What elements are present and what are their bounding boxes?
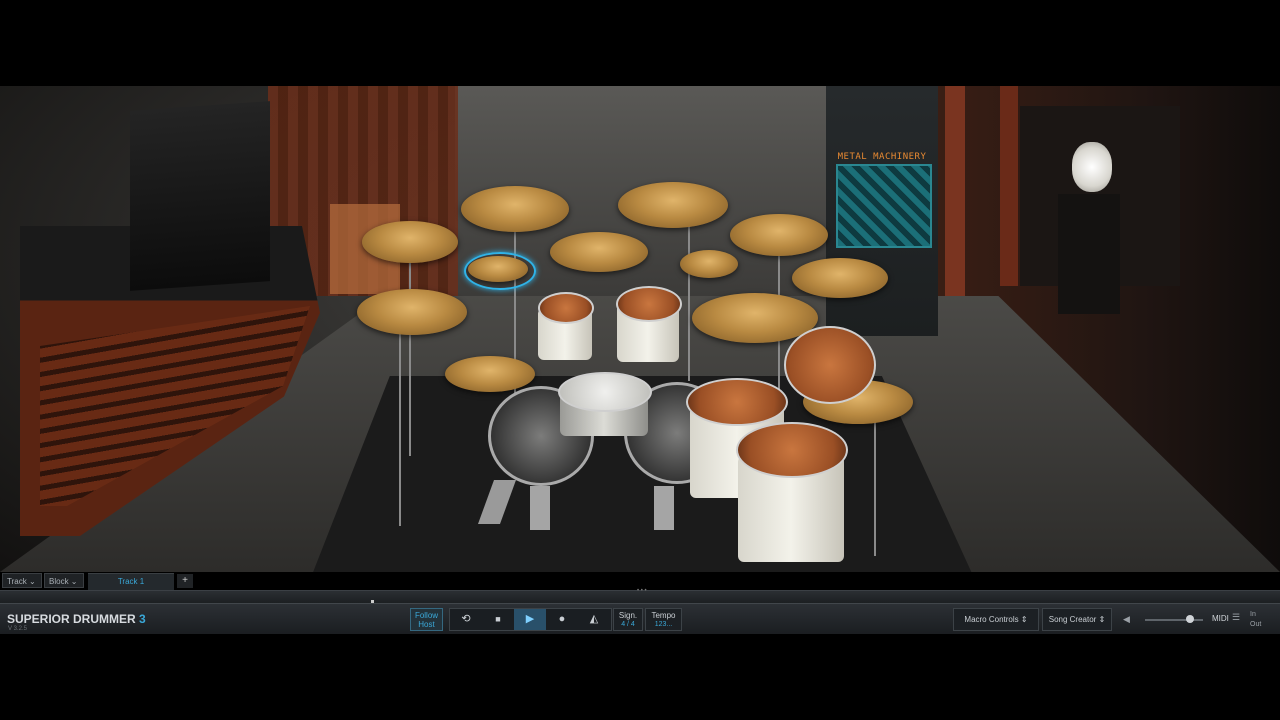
song-creator-button[interactable]: Song Creator ⇕ [1042,608,1112,631]
tempo-label: Tempo [651,611,676,620]
cymbal-stand [409,246,411,456]
splash-cymbal[interactable] [680,250,738,278]
play-icon[interactable]: ▶ [514,609,546,630]
cymbal-stand [399,326,401,526]
macro-controls-label: Macro Controls [964,615,1019,624]
hihat[interactable] [445,356,535,392]
master-volume-slider[interactable] [1145,619,1203,621]
crash-cymbal[interactable] [461,186,569,232]
tom-head[interactable] [538,292,594,324]
time-signature-field[interactable]: Sign. 4 / 4 [613,608,643,631]
gong-drum[interactable] [784,326,876,404]
track-menu-label: Track [7,577,27,586]
drum-room-stage: METAL MACHINERY [0,86,1280,572]
add-track-button[interactable]: + [177,574,193,588]
ride-cymbal[interactable] [618,182,728,228]
chevron-up-down-icon: ⇕ [1098,615,1106,624]
chevron-down-icon: ⌄ [70,577,78,586]
brand-name: SUPERIOR DRUMMER [7,612,136,626]
chevron-up-down-icon: ⇕ [1020,615,1028,624]
speaker-icon[interactable]: ◀ [1123,614,1130,625]
midi-out-label: Out [1250,621,1262,628]
midi-settings-icon[interactable]: ☰ [1232,612,1240,623]
app-logo: SUPERIOR DRUMMER 3 [7,612,146,626]
floor-tom-head[interactable] [736,422,848,478]
block-menu-dropdown[interactable]: Block ⌄ [44,573,84,588]
china-cymbal[interactable] [792,258,888,298]
transport-controls: ⟲ ■ ▶ ● ◭ [449,608,612,631]
pedestal [1058,194,1120,314]
tab-track-1[interactable]: Track 1 [88,573,174,590]
block-menu-label: Block [49,577,69,586]
version-label: V 3.2.5 [8,626,28,632]
follow-label: Follow [414,611,439,620]
banner-title: METAL MACHINERY [837,152,927,162]
midi-in-label: In [1250,611,1256,618]
signature-value: 4 / 4 [621,621,635,628]
signature-label: Sign. [618,611,638,620]
kick-pedal[interactable] [530,486,550,530]
wood-beam [945,86,965,326]
wall-monitor [130,101,270,291]
selected-cymbal-highlight [464,252,536,290]
letterbox-top [0,0,1280,86]
floor-tom-head[interactable] [686,378,788,426]
cymbal-stand [688,211,690,381]
midi-label: MIDI [1212,614,1229,623]
cymbal-stand [874,406,876,556]
tempo-field[interactable]: Tempo 123... [645,608,682,631]
song-creator-label: Song Creator [1048,615,1097,624]
banner-logo [836,164,932,248]
brand-number: 3 [139,612,146,626]
stop-icon[interactable]: ■ [482,609,514,630]
record-icon[interactable]: ● [546,609,578,630]
sculpture [1072,142,1112,192]
letterbox-bottom [0,634,1280,720]
track-menu-dropdown[interactable]: Track ⌄ [2,573,42,588]
resize-grip-icon[interactable]: • • • [637,588,647,594]
china-cymbal[interactable] [357,289,467,335]
midi-in-out-indicator: In Out [1250,610,1261,630]
tempo-value: 123... [654,621,673,628]
host-label: Host [418,620,435,629]
metronome-icon[interactable]: ◭ [578,609,610,630]
crash-cymbal[interactable] [550,232,648,272]
loop-icon[interactable]: ⟲ [450,609,482,630]
macro-controls-button[interactable]: Macro Controls ⇕ [953,608,1039,631]
crash-cymbal[interactable] [362,221,458,263]
follow-host-button[interactable]: Follow Host [410,608,443,631]
wood-beam [1000,86,1018,286]
tom-head[interactable] [616,286,682,322]
kick-pedal[interactable] [654,486,674,530]
chevron-down-icon: ⌄ [28,577,36,586]
snare-head[interactable] [558,372,652,412]
crash-cymbal[interactable] [730,214,828,256]
